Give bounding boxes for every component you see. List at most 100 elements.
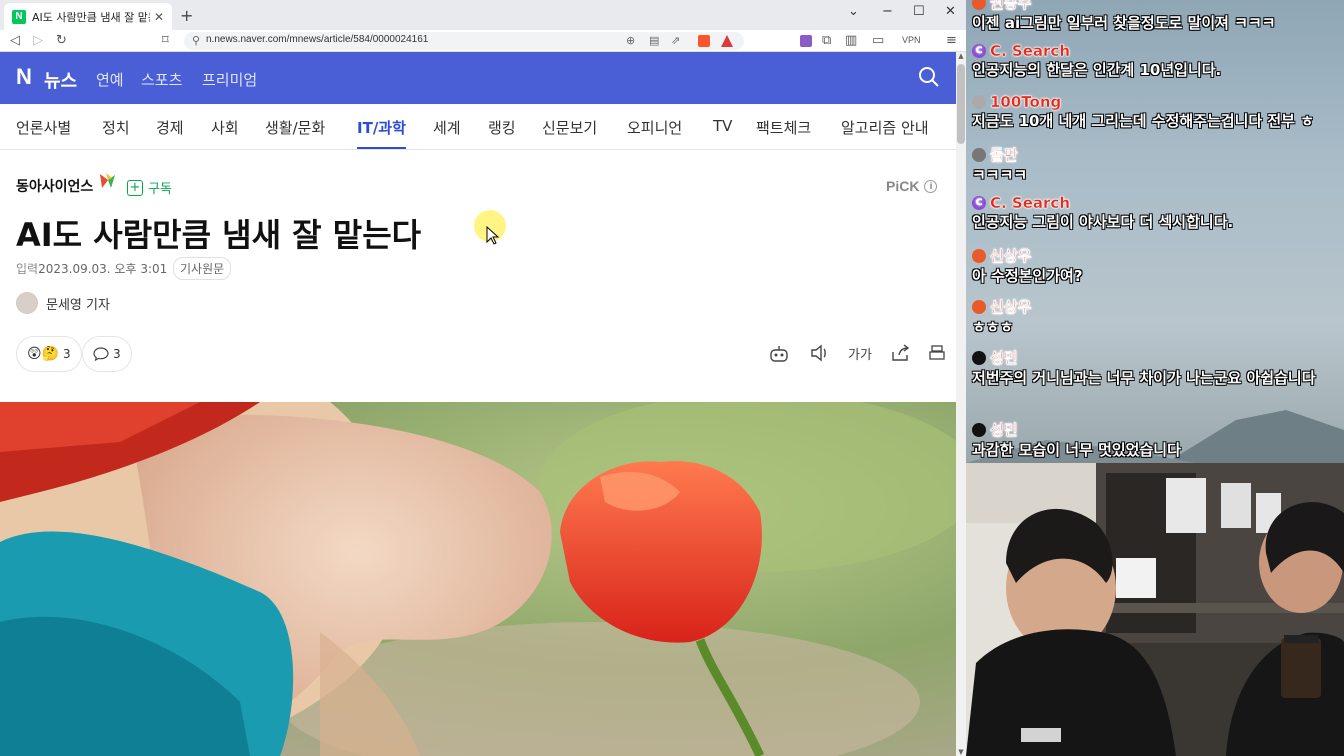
- search-icon[interactable]: [918, 66, 940, 88]
- chat-message: 신상우 ㅎㅎㅎ: [972, 296, 1342, 337]
- tab-society[interactable]: 사회: [211, 117, 239, 138]
- pick-badge[interactable]: PiCK i: [886, 178, 938, 194]
- naver-logo[interactable]: N: [16, 64, 32, 90]
- share-icon[interactable]: ⇗: [671, 34, 680, 47]
- chat-text: 저번주의 거니님과는 너무 차이가 나는군요 아쉽습니다: [972, 369, 1316, 387]
- tab-it-science[interactable]: IT/과학: [357, 117, 406, 149]
- chat-nick[interactable]: C. Search: [990, 42, 1070, 60]
- bookmark-icon[interactable]: ⌑: [162, 33, 169, 48]
- zoom-icon[interactable]: ⊕: [626, 34, 635, 47]
- user-badge-icon: [972, 299, 986, 314]
- user-badge-icon: [972, 147, 986, 162]
- info-icon[interactable]: i: [924, 179, 938, 193]
- tab-algorithm-info[interactable]: 알고리즘 안내: [841, 117, 929, 138]
- page-scrollbar[interactable]: ▲ ▼: [956, 52, 966, 756]
- tab-opinion[interactable]: 오피니언: [627, 117, 682, 138]
- reload-icon[interactable]: ↻: [56, 33, 67, 48]
- article-photo: [0, 402, 956, 756]
- print-icon[interactable]: [928, 344, 946, 362]
- reaction-count: 3: [63, 347, 71, 361]
- share-article-icon[interactable]: [891, 344, 911, 362]
- reporter-byline[interactable]: 문세영 기자: [16, 292, 110, 314]
- vpn-button[interactable]: VPN: [902, 35, 921, 45]
- tab-ranking[interactable]: 랭킹: [488, 117, 516, 138]
- article-headline: AI도 사람만큼 냄새 잘 맡는다: [16, 216, 422, 254]
- tab-life-culture[interactable]: 생활/문화: [265, 117, 325, 138]
- reader-icon[interactable]: ▤: [649, 34, 659, 47]
- pick-label: PiCK: [886, 178, 920, 194]
- browser-tab-active[interactable]: N AI도 사람만큼 냄새 잘 맡는다 ✕: [4, 3, 172, 30]
- chat-nick[interactable]: 신상우: [990, 245, 1032, 266]
- chat-nick[interactable]: 성민: [990, 347, 1018, 368]
- original-article-button[interactable]: 기사원문: [173, 257, 232, 280]
- minimize-icon[interactable]: −: [882, 4, 893, 19]
- address-bar-row: ◁ ▷ ↻ ⌑ ⚲ n.news.naver.com/mnews/article…: [0, 30, 966, 52]
- tulip-photo-image: [0, 402, 956, 756]
- tab-list-chevron-icon[interactable]: ⌄: [848, 4, 859, 19]
- chat-nick[interactable]: C. Search: [990, 194, 1070, 212]
- forward-icon[interactable]: ▷: [33, 33, 43, 48]
- tab-world[interactable]: 세계: [433, 117, 461, 138]
- wallet-icon[interactable]: ▭: [872, 33, 884, 48]
- chat-message: C C. Search 인공지능 그림이 야사보다 더 섹시합니다.: [972, 194, 1342, 232]
- reaction-emoji-icon: 😲🤔: [27, 346, 60, 362]
- new-tab-icon[interactable]: +: [180, 6, 193, 25]
- scrollbar-thumb[interactable]: [957, 64, 965, 144]
- chat-nick[interactable]: 권승수: [990, 0, 1032, 13]
- webcam-feed: [966, 463, 1344, 756]
- chat-nick[interactable]: 성민: [990, 419, 1018, 440]
- brave-rewards-icon[interactable]: [721, 35, 733, 47]
- user-badge-icon: [972, 95, 986, 109]
- chat-text: 아 수정본인가여?: [972, 267, 1083, 285]
- maximize-icon[interactable]: ☐: [913, 4, 925, 19]
- extension-m-icon[interactable]: [800, 35, 812, 47]
- reaction-button[interactable]: 😲🤔 3: [16, 336, 82, 372]
- chat-text: 과감한 모습이 너무 멋있었습니다: [972, 441, 1181, 459]
- date-label: 입력: [16, 262, 39, 276]
- news-brand-link[interactable]: 뉴스: [44, 67, 77, 93]
- close-tab-icon[interactable]: ✕: [154, 10, 164, 24]
- chat-text: 지금도 10개 네개 그리는데 수정해주는겁니다 전부 ㅎ: [972, 112, 1315, 130]
- chat-message: 성민 저번주의 거니님과는 너무 차이가 나는군요 아쉽습니다: [972, 347, 1342, 388]
- scroll-up-icon[interactable]: ▲: [956, 52, 966, 60]
- tab-economy[interactable]: 경제: [156, 117, 184, 138]
- chat-nick[interactable]: 100Tong: [990, 93, 1062, 111]
- press-logo[interactable]: 동아사이언스: [16, 176, 93, 196]
- url-field[interactable]: ⚲ n.news.naver.com/mnews/article/584/000…: [184, 32, 744, 50]
- user-badge-icon: C: [972, 44, 986, 58]
- tab-by-press[interactable]: 언론사별: [16, 117, 71, 138]
- tab-newspaper[interactable]: 신문보기: [542, 117, 597, 138]
- speaker-icon[interactable]: [810, 344, 830, 362]
- category-nav: 언론사별 정치 경제 사회 생활/문화 IT/과학 세계 랭킹 신문보기 오피니…: [0, 104, 956, 150]
- comment-icon: [93, 347, 109, 361]
- chat-nick[interactable]: 돌판: [990, 144, 1018, 165]
- naver-news-header: N 뉴스 연예 스포츠 프리미엄: [0, 52, 956, 104]
- user-badge-icon: [972, 422, 986, 437]
- chat-text: ㅋㅋㅋㅋ: [972, 166, 1028, 184]
- close-window-icon[interactable]: ✕: [945, 4, 956, 19]
- chat-nick[interactable]: 신상우: [990, 296, 1032, 317]
- nav-link-premium[interactable]: 프리미엄: [202, 69, 257, 90]
- site-info-icon[interactable]: ⚲: [192, 34, 200, 47]
- chat-message: 돌판 ㅋㅋㅋㅋ: [972, 144, 1342, 185]
- tab-tv[interactable]: TV: [713, 117, 732, 135]
- subscribe-button[interactable]: + 구독: [127, 178, 172, 197]
- font-size-icon[interactable]: 가가: [848, 344, 872, 363]
- brave-shield-icon[interactable]: [698, 35, 710, 47]
- nav-link-entertainment[interactable]: 연예: [96, 69, 124, 90]
- nav-link-sports[interactable]: 스포츠: [141, 69, 182, 90]
- summary-bot-icon[interactable]: [768, 344, 790, 364]
- sidebar-icon[interactable]: ▥: [845, 33, 857, 48]
- plus-icon: +: [127, 179, 143, 196]
- chat-text: 인공지능 그림이 야사보다 더 섹시합니다.: [972, 213, 1234, 231]
- back-icon[interactable]: ◁: [10, 33, 20, 48]
- extensions-icon[interactable]: ⧉: [822, 33, 831, 48]
- chat-message: 권승수 이젠 ai그림만 일부러 찾을정도로 말이져 ㅋㅋㅋ: [972, 0, 1342, 33]
- tab-politics[interactable]: 정치: [102, 117, 130, 138]
- menu-icon[interactable]: ≡: [946, 33, 957, 48]
- tab-factcheck[interactable]: 팩트체크: [756, 117, 811, 138]
- comment-button[interactable]: 3: [82, 336, 132, 372]
- scroll-down-icon[interactable]: ▼: [956, 748, 966, 756]
- stream-chat-panel: 권승수 이젠 ai그림만 일부러 찾을정도로 말이져 ㅋㅋㅋ C C. Searc…: [966, 0, 1344, 463]
- user-badge-icon: [972, 0, 986, 10]
